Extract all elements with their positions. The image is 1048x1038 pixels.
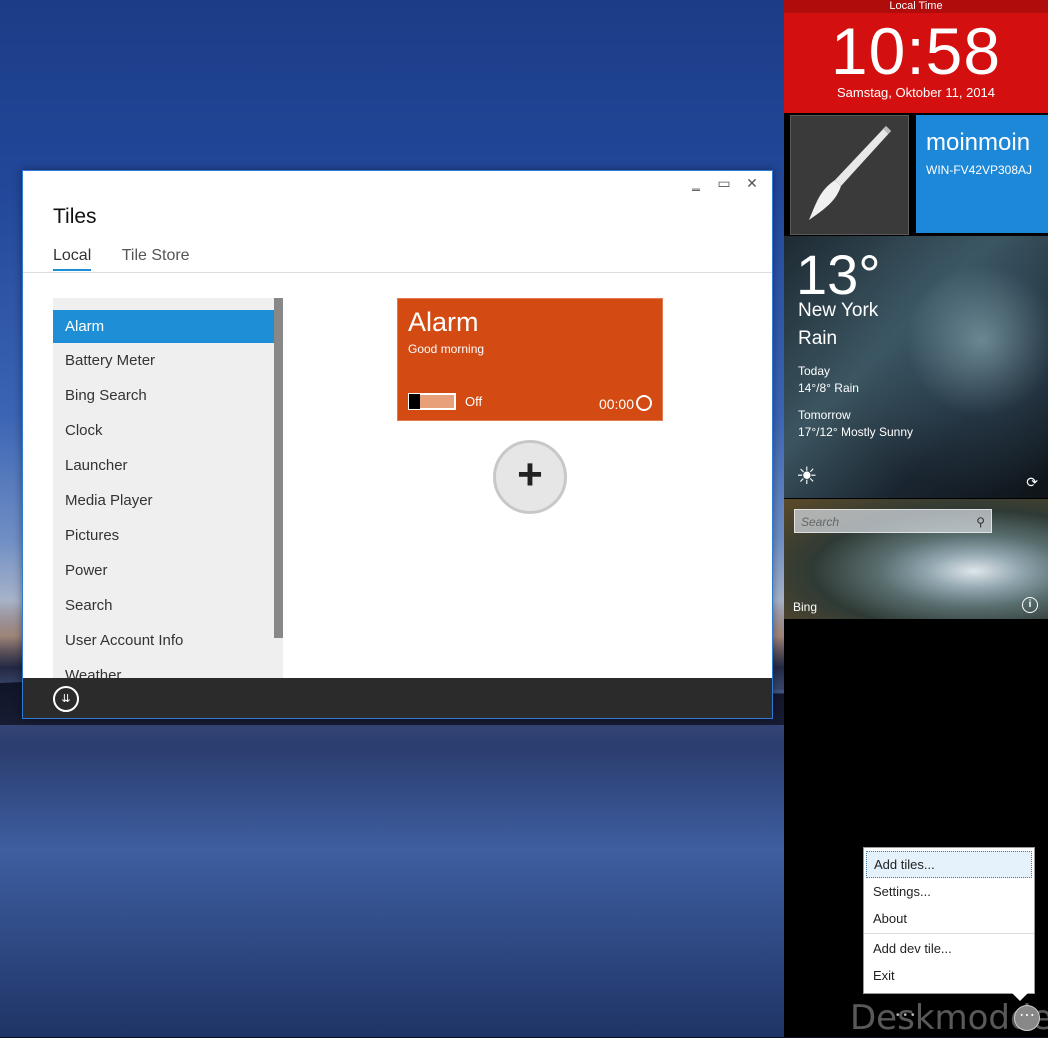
tab-local[interactable]: Local [53, 247, 92, 271]
bing-label: Bing [793, 600, 818, 614]
list-scrollbar[interactable] [274, 298, 283, 638]
sort-list-icon[interactable]: ⇊ [53, 686, 79, 712]
alarm-title: Alarm [408, 307, 479, 337]
clock-icon [636, 395, 652, 411]
window-controls: ‗ ▭ ✕ [682, 175, 766, 192]
info-icon[interactable]: i [1022, 597, 1038, 613]
weather-tile[interactable]: 13° New York Rain Today 14°/8° Rain Tomo… [784, 236, 1048, 498]
today-forecast: 14°/8° Rain [798, 381, 859, 395]
menu-pointer [1012, 993, 1028, 1001]
weather-temperature: 13° [796, 243, 881, 306]
clock-date: Samstag, Oktober 11, 2014 [836, 85, 996, 100]
list-item-battery-meter[interactable]: Battery Meter [53, 343, 274, 378]
app-bar: ⇊ [23, 678, 772, 718]
clock-time: 10:58 [830, 14, 1002, 88]
weather-condition: Rain [798, 328, 838, 349]
menu-item-settings[interactable]: Settings... [864, 878, 1034, 905]
add-tile-button[interactable]: + [493, 440, 567, 514]
today-label: Today [798, 364, 831, 378]
search-icon[interactable]: ⚲ [976, 510, 985, 534]
close-icon[interactable]: ✕ [738, 175, 766, 192]
list-item-launcher[interactable]: Launcher [53, 448, 274, 483]
list-item-alarm[interactable]: Alarm [53, 310, 274, 343]
minimize-icon[interactable]: ‗ [682, 175, 710, 191]
list-item-pictures[interactable]: Pictures [53, 518, 274, 553]
context-menu: Add tiles... Settings... About Add dev t… [863, 847, 1035, 1001]
menu-item-add-tiles[interactable]: Add tiles... [866, 851, 1032, 878]
alarm-subtitle: Good morning [408, 342, 485, 356]
menu-item-about[interactable]: About [864, 905, 1034, 932]
tab-bar: Local Tile Store [53, 247, 216, 271]
user-name: moinmoin [926, 129, 1031, 156]
weather-city: New York [798, 300, 879, 321]
list-item-weather[interactable]: Weather [53, 658, 274, 678]
list-item-media-player[interactable]: Media Player [53, 483, 274, 518]
list-item-clock[interactable]: Clock [53, 413, 274, 448]
tiles-window: ‗ ▭ ✕ Tiles Local Tile Store Alarm Battery… [22, 170, 773, 719]
sun-icon: ☀ [796, 463, 818, 490]
bing-search-placeholder: Search [801, 515, 840, 529]
alarm-time: 00:00 [598, 396, 634, 412]
alarm-toggle[interactable] [408, 393, 456, 410]
menu-item-add-dev-tile[interactable]: Add dev tile... [864, 935, 1034, 962]
list-item-search[interactable]: Search [53, 588, 274, 623]
list-item-power[interactable]: Power [53, 553, 274, 588]
toggle-knob [409, 394, 420, 409]
refresh-icon[interactable]: ⟳ [1026, 474, 1038, 491]
bing-search-tile: Search ⚲ Bing i [784, 499, 1048, 619]
tomorrow-label: Tomorrow [798, 408, 851, 422]
computer-name: WIN-FV42VP308AJ [926, 163, 1033, 177]
more-options-button[interactable]: ⋯ [1014, 1005, 1040, 1031]
alarm-tile-preview[interactable]: Alarm Good morning Off 00:00 [397, 298, 663, 421]
alarm-state: Off [465, 394, 483, 409]
bing-search-input[interactable]: Search ⚲ [794, 509, 992, 533]
user-account-tile[interactable]: moinmoin WIN-FV42VP308AJ [916, 115, 1048, 233]
tomorrow-forecast: 17°/12° Mostly Sunny [798, 425, 913, 439]
tab-tile-store[interactable]: Tile Store [122, 247, 190, 269]
list-item-user-account-info[interactable]: User Account Info [53, 623, 274, 658]
window-title: Tiles [53, 205, 97, 228]
page-dots: ••• [896, 1010, 919, 1021]
maximize-icon[interactable]: ▭ [710, 175, 738, 192]
clock-tile[interactable]: Local Time 10:58 Samstag, Oktober 11, 20… [784, 0, 1048, 113]
tab-divider [23, 272, 772, 273]
paint-brush-icon [809, 126, 891, 220]
clock-label: Local Time [784, 0, 1048, 13]
menu-separator [864, 933, 1034, 934]
menu-item-exit[interactable]: Exit [864, 962, 1034, 989]
list-item-bing-search[interactable]: Bing Search [53, 378, 274, 413]
paint-brush-tile[interactable] [790, 115, 909, 235]
tile-list: Alarm Battery Meter Bing Search Clock La… [53, 298, 283, 678]
